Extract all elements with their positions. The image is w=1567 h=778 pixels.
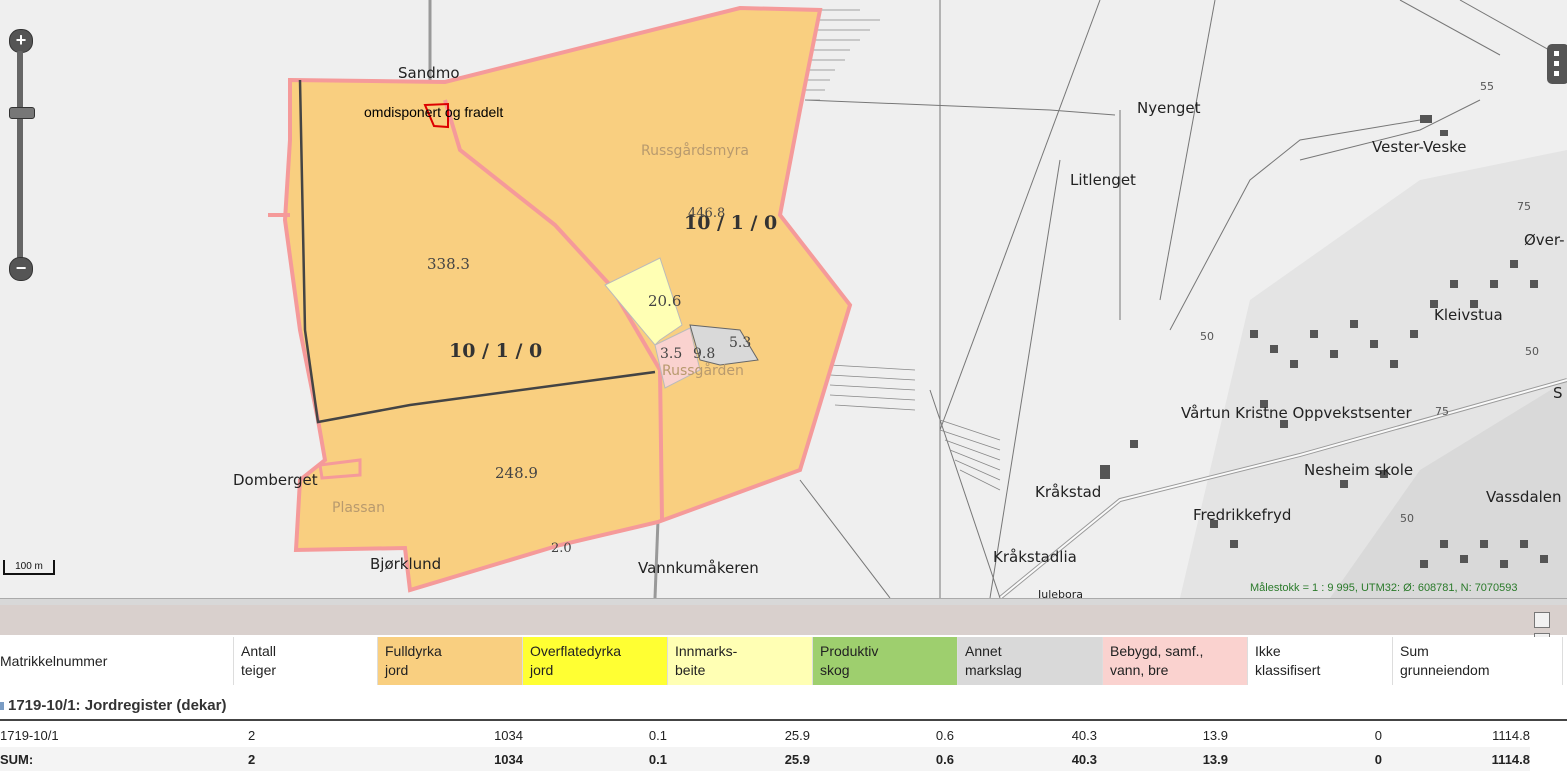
area-label: 2.0 [551,541,572,556]
place-label: S [1553,384,1563,402]
place-label: Domberget [233,471,318,489]
place-label: Bjørklund [370,555,442,573]
cell-fulldyrka: 1034 [494,751,523,767]
col-header-produktiv-skog[interactable]: Produktiv skog [812,637,958,685]
zoom-in-button[interactable]: + [9,29,33,53]
place-label: Vårtun Kristne Oppvekstsenter [1181,404,1412,422]
place-label: Kråkstadlia [993,548,1077,566]
col-header-ikke-klassifisert[interactable]: Ikke klassifisert [1247,637,1393,685]
layer-switcher-button[interactable] [1547,44,1567,84]
table-section-title[interactable]: 1719-10/1: Jordregister (dekar) [0,697,1567,719]
cell-matrikkel: 1719-10/1 [0,727,59,743]
area-label: 248.9 [495,464,538,482]
map-view[interactable]: + − Sandmo Nyenget Vester-Veske Litlenge… [0,0,1567,598]
zoom-slider-handle[interactable] [9,107,35,119]
col-header-overflatedyrka[interactable]: Overflatedyrka jord [522,637,668,685]
contour-label: 75 [1517,200,1531,213]
scale-coordinates-readout: Målestokk = 1 : 9 995, UTM32: Ø: 608781,… [1250,582,1518,594]
col-header-antall[interactable]: Antall teiger [233,637,378,685]
place-label: Kleivstua [1434,306,1503,324]
area-label: 338.3 [427,255,470,273]
table-row-sum[interactable]: SUM: 2 1034 0.1 25.9 0.6 40.3 13.9 0 111… [0,747,1530,771]
cell-antall: 2 [248,751,256,767]
contour-label: 50 [1200,330,1214,343]
place-label: Vassdalen [1486,488,1562,506]
cell-ikke-klassifisert: 0 [1374,751,1382,767]
terrain-label: Russgården [662,363,744,379]
cell-annet: 40.3 [1071,727,1097,743]
area-label: 446.8 [688,206,726,221]
panel-window-controls[interactable] [1533,612,1565,649]
place-label: Vester-Veske [1372,138,1467,156]
place-label: Litlenget [1070,171,1136,189]
col-header-annet-markslag[interactable]: Annet markslag [957,637,1103,685]
cell-innmarksbeite: 25.9 [784,727,810,743]
area-label: 5.3 [729,335,752,351]
place-label: Fredrikkefryd [1193,506,1292,524]
cell-bebygd: 13.9 [1202,751,1228,767]
place-label: Nesheim skole [1304,461,1414,479]
table-header: Matrikkelnummer Antall teiger Fulldyrka jo… [0,637,1563,685]
hatched-areas [805,9,1001,491]
cell-sum: 1114.8 [1491,751,1530,767]
place-label: Julebora [1038,588,1084,598]
cell-annet: 40.3 [1071,751,1097,767]
place-label: Vannkumåkeren [638,559,759,577]
annotation-omdisponert: omdisponert og fradelt [364,104,504,120]
cell-overflatedyrka: 0.1 [648,727,667,743]
area-label: 20.6 [648,292,682,310]
table-row[interactable]: 1719-10/1 2 1034 0.1 25.9 0.6 40.3 13.9 … [0,723,1530,747]
zoom-control[interactable]: + − [9,29,35,281]
terrain-label: Plassan [332,500,385,516]
cell-sum: 1114.8 [1492,727,1530,743]
area-label: 3.5 [660,346,683,362]
area-label: 9.8 [693,346,716,362]
scale-bar: 100 m [3,560,55,575]
col-header-bebygd[interactable]: Bebygd, samf., vann, bre [1102,637,1248,685]
expand-icon[interactable] [0,702,4,711]
place-label: Kråkstad [1035,483,1102,501]
zoom-slider-track[interactable] [17,51,23,269]
parcel-label[interactable]: 10 / 1 / 0 [449,340,542,362]
col-header-innmarksbeite[interactable]: Innmarks-beite [667,637,813,685]
col-header-sum[interactable]: Sum grunneiendom [1392,637,1563,685]
contour-label: 50 [1400,512,1414,525]
cell-antall: 2 [248,727,256,743]
terrain-label: Russgårdsmyra [641,143,749,159]
col-header-fulldyrka[interactable]: Fulldyrka jord [377,637,523,685]
contour-label: 50 [1525,345,1539,358]
place-label: Øver- [1524,231,1565,249]
cell-matrikkel: SUM: [0,751,34,767]
contour-label: 75 [1435,405,1449,418]
map-canvas[interactable] [0,0,1567,598]
minimize-icon[interactable] [1534,612,1550,628]
place-label: Nyenget [1137,99,1201,117]
cell-produktiv-skog: 0.6 [935,751,954,767]
cell-fulldyrka: 1034 [494,727,523,743]
section-rule [0,719,1567,721]
cell-ikke-klassifisert: 0 [1374,727,1382,743]
zoom-out-button[interactable]: − [9,257,33,281]
panel-header [0,605,1567,649]
cell-innmarksbeite: 25.9 [784,751,810,767]
cell-produktiv-skog: 0.6 [935,727,954,743]
contour-label: 55 [1480,80,1494,93]
place-label: Sandmo [398,64,460,82]
cell-bebygd: 13.9 [1202,727,1228,743]
cell-overflatedyrka: 0.1 [648,751,667,767]
col-header-matrikkelnummer[interactable]: Matrikkelnummer [0,637,234,685]
data-table: 1719-10/1 2 1034 0.1 25.9 0.6 40.3 13.9 … [0,723,1530,771]
